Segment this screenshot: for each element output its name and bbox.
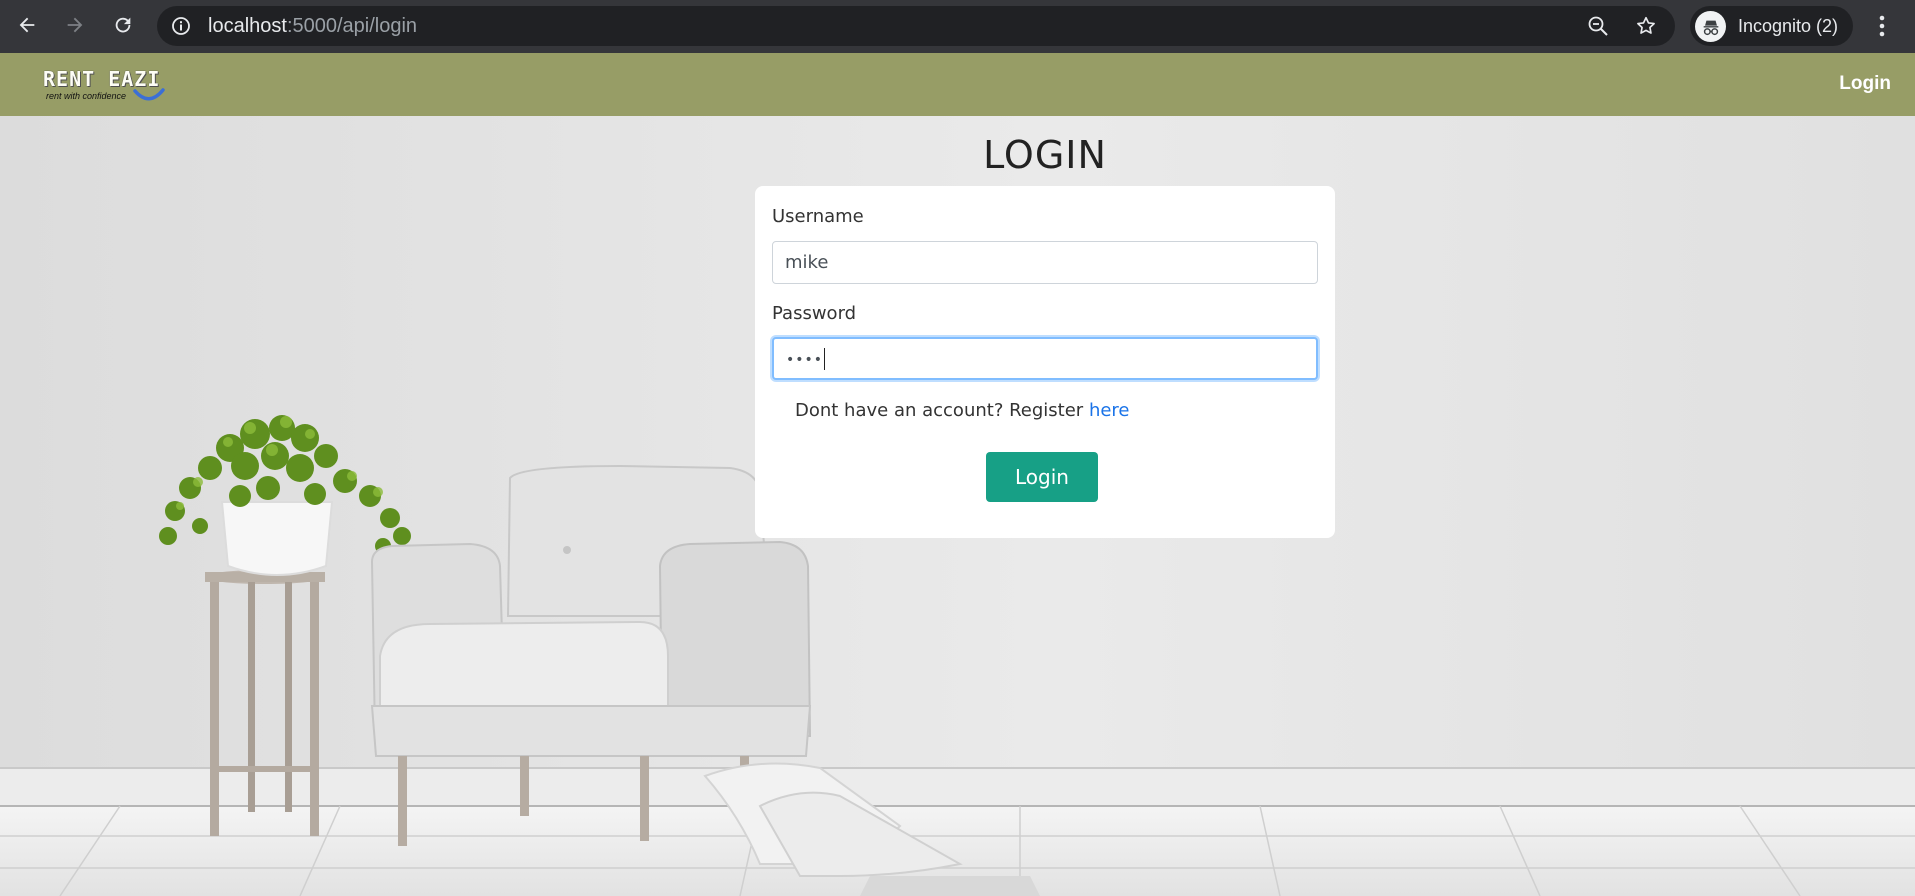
browser-menu-icon[interactable]: [1870, 12, 1894, 40]
reload-icon[interactable]: [108, 10, 138, 40]
zoom-out-icon[interactable]: [1587, 15, 1609, 37]
logo-swoosh-icon: [133, 88, 165, 101]
username-label: Username: [772, 206, 864, 227]
password-value: ••••: [786, 352, 824, 368]
site-navbar: RENT EAZI rent with confidence Login: [0, 53, 1915, 116]
address-bar[interactable]: localhost:5000/api/login: [157, 6, 1675, 46]
browser-toolbar: localhost:5000/api/login Incognito (2): [0, 0, 1915, 53]
register-link[interactable]: here: [1089, 400, 1130, 421]
username-field[interactable]: mike: [772, 241, 1318, 284]
info-icon[interactable]: [171, 16, 191, 36]
url-text: localhost:5000/api/login: [208, 15, 418, 37]
page-title: LOGIN: [983, 133, 1107, 177]
username-value: mike: [785, 252, 829, 273]
login-card: Username mike Password •••• Dont have an…: [755, 186, 1335, 538]
bookmark-star-icon[interactable]: [1635, 15, 1657, 37]
incognito-icon: [1695, 11, 1726, 42]
incognito-label: Incognito (2): [1738, 16, 1839, 36]
incognito-profile-button[interactable]: Incognito (2): [1690, 6, 1853, 46]
brand-logo[interactable]: RENT EAZI rent with confidence: [43, 67, 168, 103]
password-label: Password: [772, 303, 857, 324]
register-text: Dont have an account? Register: [795, 400, 1089, 421]
forward-arrow-icon[interactable]: [60, 10, 90, 40]
register-prompt: Dont have an account? Register here: [795, 400, 1130, 421]
nav-login-link[interactable]: Login: [1839, 73, 1891, 95]
login-submit-button[interactable]: Login: [986, 452, 1098, 502]
text-caret: [824, 348, 826, 370]
password-field[interactable]: ••••: [772, 337, 1318, 380]
brand-tagline: rent with confidence: [46, 91, 127, 101]
back-arrow-icon[interactable]: [12, 10, 42, 40]
